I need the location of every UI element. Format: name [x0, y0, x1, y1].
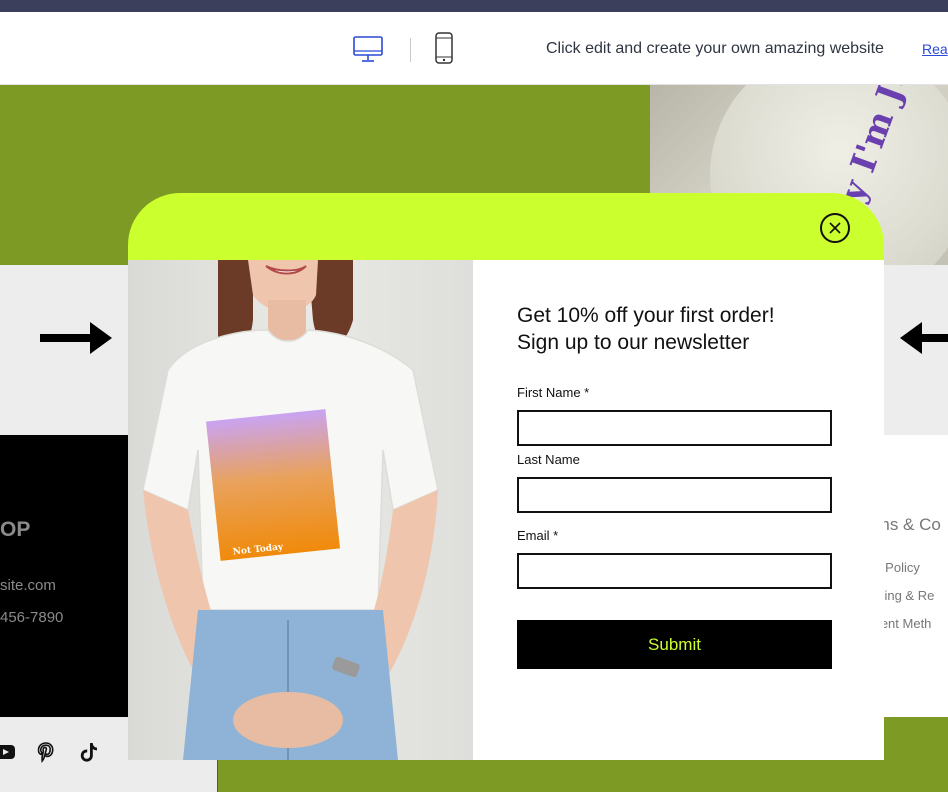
popup-heading: Get 10% off your first order! Sign up to… [517, 302, 775, 356]
last-name-label: Last Name [517, 452, 580, 467]
desktop-view-icon[interactable] [352, 34, 384, 64]
last-name-input[interactable] [517, 477, 832, 513]
popup-header [128, 193, 884, 260]
signup-form: Get 10% off your first order! Sign up to… [473, 260, 884, 760]
newsletter-popup: Not Today Get 10% off your first order! … [128, 193, 884, 760]
youtube-icon[interactable] [0, 741, 16, 763]
editor-read-more-link[interactable]: Rea [922, 41, 948, 57]
device-divider [410, 38, 411, 62]
close-icon [829, 222, 841, 234]
submit-button[interactable]: Submit [517, 620, 832, 669]
editor-top-bar: Click edit and create your own amazing w… [0, 12, 948, 85]
mobile-view-icon[interactable] [434, 32, 454, 64]
email-input[interactable] [517, 553, 832, 589]
editor-message: Click edit and create your own amazing w… [546, 40, 884, 57]
close-button[interactable] [820, 213, 850, 243]
model-illustration: Not Today [142, 260, 439, 760]
first-name-input[interactable] [517, 410, 832, 446]
heading-line-newsletter: Sign up to our newsletter [517, 331, 750, 354]
first-name-label: First Name * [517, 385, 590, 400]
arrow-right-icon[interactable] [40, 322, 112, 354]
browser-bookmarks-strip [0, 0, 948, 12]
arrow-left-icon[interactable] [900, 322, 948, 354]
tiktok-icon[interactable] [78, 741, 100, 763]
pinterest-icon[interactable] [35, 741, 57, 763]
model-photo: Not Today [128, 260, 473, 760]
email-label: Email * [517, 528, 559, 543]
heading-line-offer: Get 10% off your first order! [517, 304, 775, 327]
footer-brand-title: OP [0, 518, 31, 541]
footer-email[interactable]: site.com [0, 577, 56, 594]
footer-phone: 456-7890 [0, 609, 64, 626]
